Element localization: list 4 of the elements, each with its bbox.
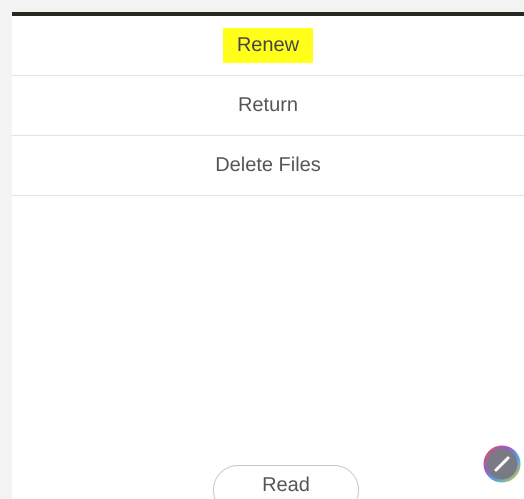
read-button[interactable]: Read	[213, 465, 359, 499]
menu-item[interactable]: Return	[224, 88, 312, 123]
menu-item[interactable]: Renew	[222, 28, 314, 63]
menu-item[interactable]: Delete Files	[201, 148, 335, 183]
